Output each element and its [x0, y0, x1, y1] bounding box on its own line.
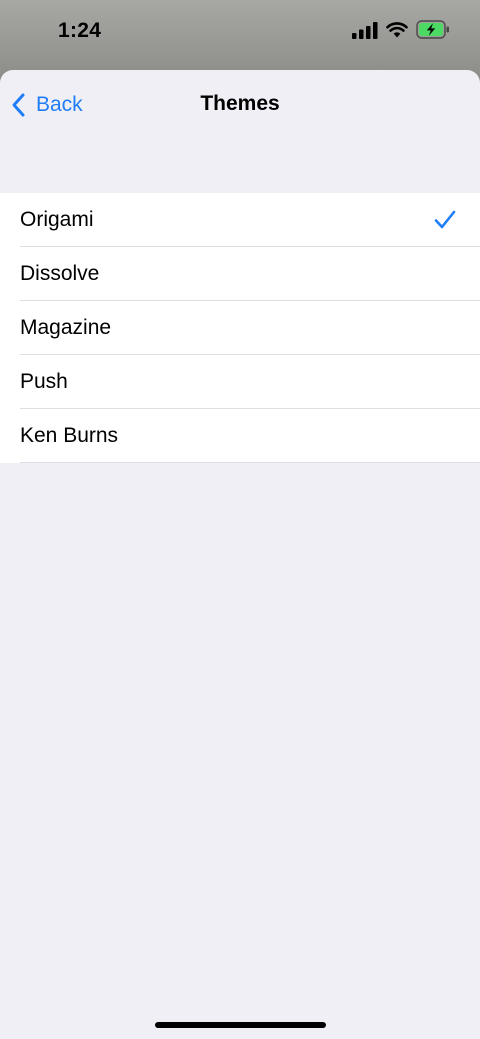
themes-list: Origami Dissolve Magazine Push Ken Burns	[0, 193, 480, 463]
status-icons	[352, 20, 450, 39]
theme-label: Push	[20, 370, 68, 393]
wifi-icon	[386, 21, 408, 39]
theme-label: Magazine	[20, 316, 112, 339]
home-indicator	[155, 1022, 326, 1028]
navigation-bar: Back Themes	[0, 70, 480, 140]
battery-charging-icon	[416, 20, 450, 39]
checkmark-icon	[434, 210, 456, 230]
theme-option-dissolve[interactable]: Dissolve	[0, 247, 480, 301]
signal-icon	[352, 21, 378, 39]
theme-option-origami[interactable]: Origami	[0, 193, 480, 247]
theme-label: Ken Burns	[20, 424, 119, 447]
theme-label: Dissolve	[20, 262, 100, 285]
theme-option-push[interactable]: Push	[0, 355, 480, 409]
page-title: Themes	[200, 92, 280, 115]
status-time: 1:24	[58, 19, 102, 42]
theme-label: Origami	[20, 208, 94, 231]
status-bar: 1:24	[0, 0, 480, 64]
themes-sheet: Back Themes Origami Dissolve Magazine Pu…	[0, 70, 480, 1039]
theme-option-magazine[interactable]: Magazine	[0, 301, 480, 355]
theme-option-ken-burns[interactable]: Ken Burns	[0, 409, 480, 463]
